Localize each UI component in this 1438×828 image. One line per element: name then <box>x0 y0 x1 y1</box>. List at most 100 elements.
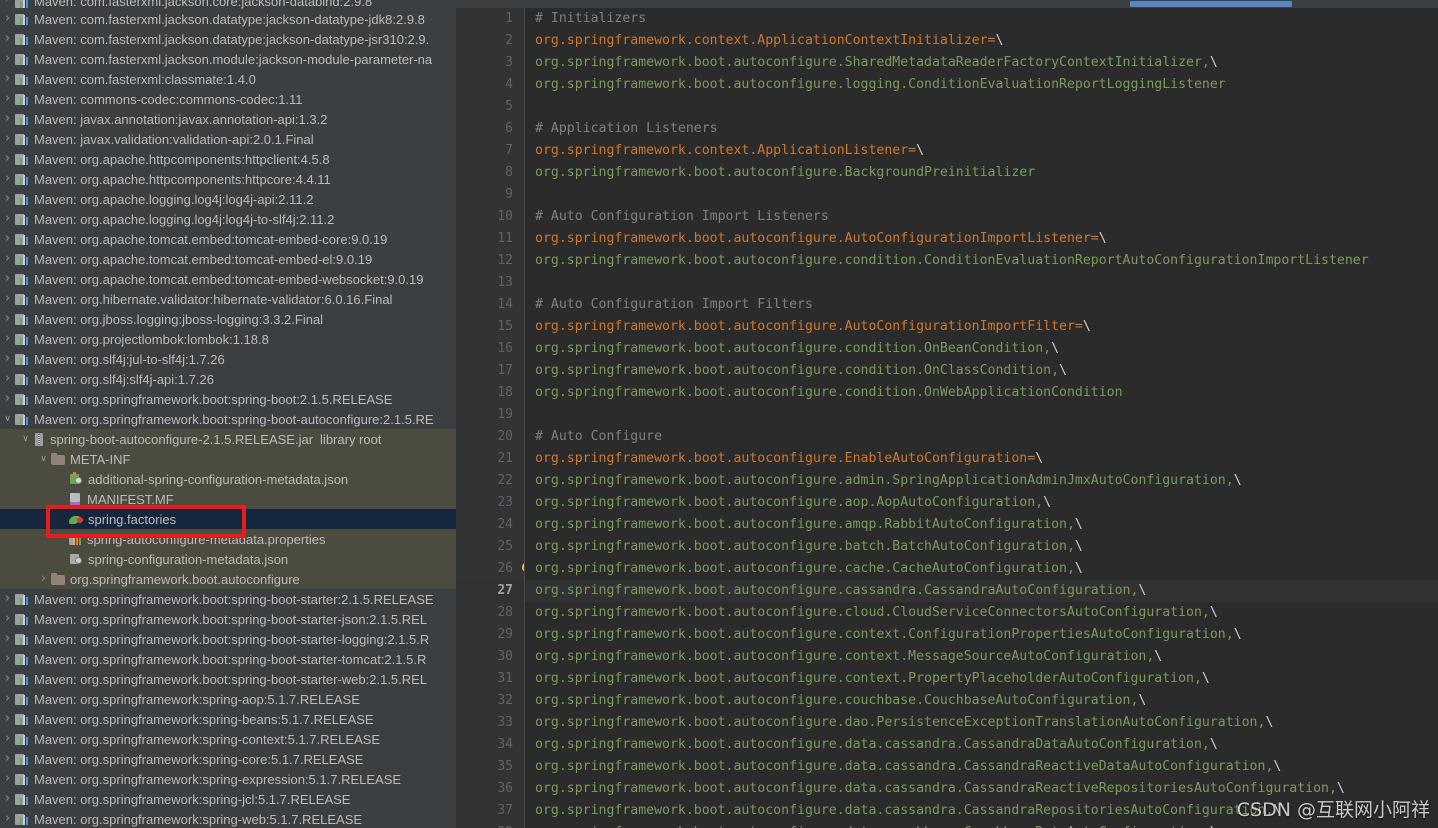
tree-row[interactable]: MANIFEST.MF <box>0 489 456 509</box>
chevron-down-icon[interactable]: ∨ <box>36 449 51 469</box>
tree-row[interactable]: › Maven: org.jboss.logging:jboss-logging:… <box>0 309 456 329</box>
code-line[interactable]: org.springframework.boot.autoconfigure.c… <box>525 646 1438 668</box>
tree-row[interactable]: › Maven: org.apache.tomcat.embed:tomcat-e… <box>0 249 456 269</box>
chevron-right-icon[interactable]: › <box>0 69 15 89</box>
code-line[interactable]: # Auto Configure <box>525 426 1438 448</box>
tree-row[interactable]: › org.springframework.boot.autoconfigure <box>0 569 456 589</box>
tree-row[interactable]: › Maven: org.springframework.boot:spring-… <box>0 649 456 669</box>
chevron-right-icon[interactable]: › <box>0 669 15 689</box>
chevron-right-icon[interactable]: › <box>0 229 15 249</box>
chevron-right-icon[interactable]: › <box>0 0 15 9</box>
project-tree[interactable]: › Maven: com.fasterxml.jackson.core:jacks… <box>0 0 456 828</box>
tree-row[interactable]: spring-configuration-metadata.json <box>0 549 456 569</box>
line-number[interactable]: 19 <box>456 404 524 426</box>
chevron-right-icon[interactable]: › <box>0 609 15 629</box>
line-number[interactable]: 5 <box>456 96 524 118</box>
line-number[interactable]: 2 <box>456 30 524 52</box>
chevron-right-icon[interactable]: › <box>0 29 15 49</box>
code-line[interactable]: org.springframework.boot.autoconfigure.d… <box>525 822 1438 828</box>
line-number[interactable]: 11 <box>456 228 524 250</box>
line-number[interactable]: 3 <box>456 52 524 74</box>
tree-row[interactable]: ∨ Maven: org.springframework.boot:spring-… <box>0 409 456 429</box>
tree-row[interactable]: › Maven: org.slf4j:jul-to-slf4j:1.7.26 <box>0 349 456 369</box>
line-number[interactable]: 27 <box>456 580 524 602</box>
code-line[interactable]: org.springframework.boot.autoconfigure.d… <box>525 734 1438 756</box>
code-line[interactable]: # Auto Configuration Import Filters <box>525 294 1438 316</box>
tree-row[interactable]: ∨ META-INF <box>0 449 456 469</box>
tree-row[interactable]: › Maven: org.apache.logging.log4j:log4j-a… <box>0 189 456 209</box>
code-line[interactable]: org.springframework.boot.autoconfigure.c… <box>525 558 1438 580</box>
line-number[interactable]: 9 <box>456 184 524 206</box>
line-number[interactable]: 6 <box>456 118 524 140</box>
code-line[interactable]: org.springframework.boot.autoconfigure.E… <box>525 448 1438 470</box>
line-number[interactable]: 25 <box>456 536 524 558</box>
chevron-right-icon[interactable]: › <box>0 49 15 69</box>
tree-row[interactable]: › Maven: org.apache.httpcomponents:httpco… <box>0 169 456 189</box>
line-number[interactable]: 23 <box>456 492 524 514</box>
tree-row[interactable]: › Maven: javax.annotation:javax.annotatio… <box>0 109 456 129</box>
tree-row[interactable]: › Maven: org.springframework.boot:spring-… <box>0 629 456 649</box>
line-number[interactable]: 10 <box>456 206 524 228</box>
line-number[interactable]: 15 <box>456 316 524 338</box>
code-line[interactable]: org.springframework.boot.autoconfigure.c… <box>525 668 1438 690</box>
code-line[interactable]: org.springframework.boot.autoconfigure.a… <box>525 492 1438 514</box>
line-number[interactable]: 18 <box>456 382 524 404</box>
line-number[interactable]: 37 <box>456 800 524 822</box>
tree-row[interactable]: › Maven: org.springframework.boot:spring-… <box>0 669 456 689</box>
code-line[interactable]: org.springframework.boot.autoconfigure.d… <box>525 756 1438 778</box>
chevron-right-icon[interactable]: › <box>0 169 15 189</box>
tree-row[interactable]: › Maven: org.springframework:spring-core:… <box>0 749 456 769</box>
chevron-right-icon[interactable]: › <box>0 149 15 169</box>
tree-row[interactable]: › Maven: org.springframework:spring-aop:5… <box>0 689 456 709</box>
tree-row[interactable]: › Maven: org.hibernate.validator:hibernat… <box>0 289 456 309</box>
code-line[interactable]: org.springframework.boot.autoconfigure.b… <box>525 536 1438 558</box>
line-number[interactable]: 1 <box>456 8 524 30</box>
code-line[interactable] <box>525 96 1438 118</box>
code-line[interactable]: org.springframework.boot.autoconfigure.B… <box>525 162 1438 184</box>
horizontal-scrollbar-thumb[interactable] <box>1130 1 1292 7</box>
code-line[interactable]: org.springframework.boot.autoconfigure.A… <box>525 316 1438 338</box>
code-line[interactable]: # Initializers <box>525 8 1438 30</box>
tree-row[interactable]: › Maven: org.springframework.boot:spring-… <box>0 609 456 629</box>
code-line[interactable]: org.springframework.boot.autoconfigure.c… <box>525 580 1438 602</box>
line-number[interactable]: 4 <box>456 74 524 96</box>
code-line[interactable] <box>525 184 1438 206</box>
line-number[interactable]: 35 <box>456 756 524 778</box>
chevron-right-icon[interactable]: › <box>0 109 15 129</box>
line-number[interactable]: 28 <box>456 602 524 624</box>
line-number[interactable]: 34 <box>456 734 524 756</box>
line-number[interactable]: 36 <box>456 778 524 800</box>
chevron-down-icon[interactable]: ∨ <box>0 409 15 429</box>
chevron-right-icon[interactable]: › <box>0 689 15 709</box>
tree-row[interactable]: › Maven: org.apache.tomcat.embed:tomcat-e… <box>0 229 456 249</box>
code-line[interactable]: org.springframework.boot.autoconfigure.c… <box>525 690 1438 712</box>
chevron-right-icon[interactable]: › <box>0 129 15 149</box>
line-number[interactable]: 38 <box>456 822 524 828</box>
code-line[interactable]: org.springframework.boot.autoconfigure.l… <box>525 74 1438 96</box>
line-number[interactable]: 17 <box>456 360 524 382</box>
code-line[interactable]: org.springframework.boot.autoconfigure.c… <box>525 338 1438 360</box>
line-number[interactable]: 13 <box>456 272 524 294</box>
chevron-right-icon[interactable]: › <box>0 789 15 809</box>
line-number[interactable]: 22 <box>456 470 524 492</box>
tree-row[interactable]: spring.factories <box>0 509 456 529</box>
tree-row[interactable]: › Maven: commons-codec:commons-codec:1.11 <box>0 89 456 109</box>
chevron-right-icon[interactable]: › <box>0 749 15 769</box>
tree-row[interactable]: › Maven: org.springframework:spring-web:5… <box>0 809 456 828</box>
code-line[interactable]: org.springframework.boot.autoconfigure.d… <box>525 712 1438 734</box>
chevron-right-icon[interactable]: › <box>0 9 15 29</box>
chevron-right-icon[interactable]: › <box>0 209 15 229</box>
intention-bulb-icon[interactable] <box>521 562 524 575</box>
tree-row[interactable]: › Maven: org.apache.logging.log4j:log4j-t… <box>0 209 456 229</box>
code-line[interactable]: # Application Listeners <box>525 118 1438 140</box>
tree-row[interactable]: › Maven: com.fasterxml.jackson.datatype:j… <box>0 29 456 49</box>
code-line[interactable] <box>525 404 1438 426</box>
line-number[interactable]: 7 <box>456 140 524 162</box>
line-number[interactable]: 20 <box>456 426 524 448</box>
tree-row[interactable]: › Maven: org.springframework.boot:spring-… <box>0 589 456 609</box>
line-number[interactable]: 31 <box>456 668 524 690</box>
tree-row[interactable]: › Maven: org.slf4j:slf4j-api:1.7.26 <box>0 369 456 389</box>
tree-row[interactable]: › Maven: org.springframework:spring-jcl:5… <box>0 789 456 809</box>
chevron-right-icon[interactable]: › <box>0 649 15 669</box>
chevron-right-icon[interactable]: › <box>0 349 15 369</box>
